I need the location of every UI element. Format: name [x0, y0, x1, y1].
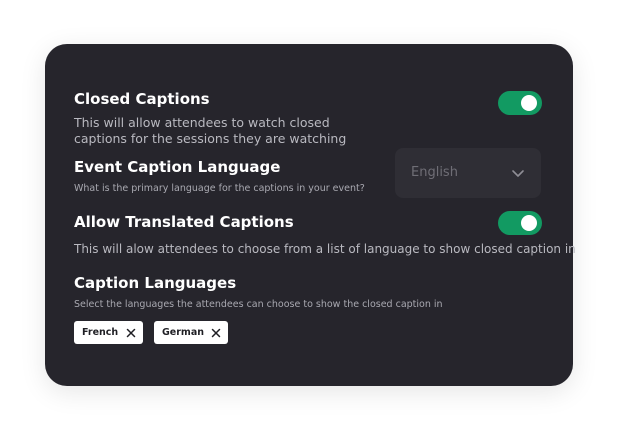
allow-translated-captions-description: This will alow attendees to choose from …	[74, 242, 576, 256]
caption-languages-title: Caption Languages	[74, 274, 237, 292]
caption-languages-description: Select the languages the attendees can c…	[74, 299, 443, 310]
toggle-knob	[521, 95, 537, 111]
toggle-knob	[521, 215, 537, 231]
closed-captions-title: Closed Captions	[74, 90, 210, 108]
event-caption-language-select[interactable]: English	[395, 148, 541, 198]
language-chip-french: French	[74, 321, 143, 344]
close-icon[interactable]	[211, 328, 221, 338]
select-value: English	[411, 165, 458, 180]
allow-translated-captions-title: Allow Translated Captions	[74, 213, 294, 231]
close-icon[interactable]	[126, 328, 136, 338]
chip-label: German	[162, 327, 204, 338]
allow-translated-captions-toggle[interactable]	[498, 211, 542, 235]
event-caption-language-description: What is the primary language for the cap…	[74, 183, 365, 194]
event-caption-language-title: Event Caption Language	[74, 158, 281, 176]
chevron-down-icon	[512, 170, 524, 177]
language-chip-german: German	[154, 321, 228, 344]
captions-settings-card: Closed Captions This will allow attendee…	[45, 44, 576, 386]
chip-label: French	[82, 327, 119, 338]
closed-captions-toggle[interactable]	[498, 91, 542, 115]
closed-captions-description: This will allow attendees to watch close…	[74, 115, 347, 146]
